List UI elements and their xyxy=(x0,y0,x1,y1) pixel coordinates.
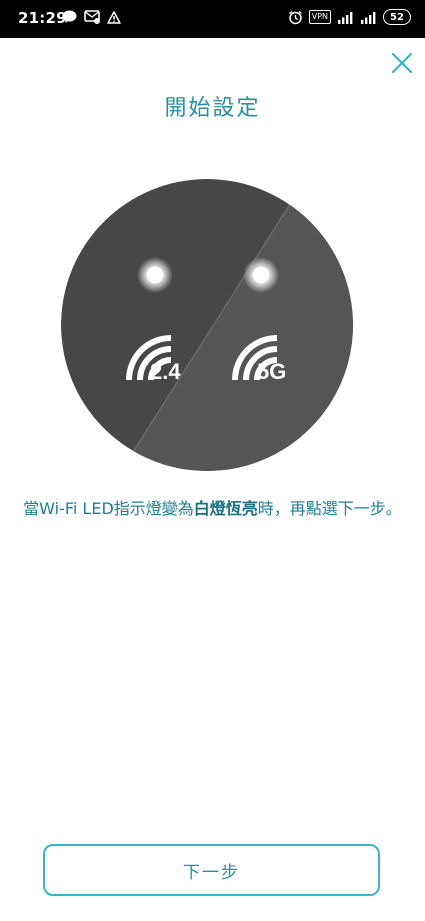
alarm-icon xyxy=(288,10,302,24)
close-icon[interactable] xyxy=(391,52,413,74)
signal-icon xyxy=(338,11,353,24)
status-time: 21:29 xyxy=(18,9,67,27)
vpn-badge: VPN xyxy=(308,10,331,24)
status-right-icons: VPN 52 xyxy=(288,9,411,25)
band-5g-label: 5G xyxy=(257,359,286,384)
next-button[interactable]: 下一步 xyxy=(43,844,380,896)
instruction-part2: 時，再點選下一步。 xyxy=(257,499,402,518)
line-icon xyxy=(62,10,77,23)
page-title: 開始設定 xyxy=(164,96,261,121)
router-illustration: 2.4 5G xyxy=(61,179,353,471)
status-bar: 21:29 VPN 52 xyxy=(0,0,425,38)
led-5g-icon xyxy=(243,257,279,293)
instruction-text: 當Wi-Fi LED指示燈變為白燈恆亮時，再點選下一步。 xyxy=(20,495,405,522)
status-left-icons xyxy=(62,10,121,24)
instruction-emphasis: 白燈恆亮 xyxy=(193,499,258,518)
instruction-part1: 當Wi-Fi LED指示燈變為 xyxy=(23,499,194,518)
band-24-label: 2.4 xyxy=(150,359,181,384)
msg-icon xyxy=(84,10,100,24)
signal-icon xyxy=(361,11,376,24)
battery-icon: 52 xyxy=(383,9,411,25)
warning-icon xyxy=(107,10,121,24)
led-24-icon xyxy=(137,257,173,293)
